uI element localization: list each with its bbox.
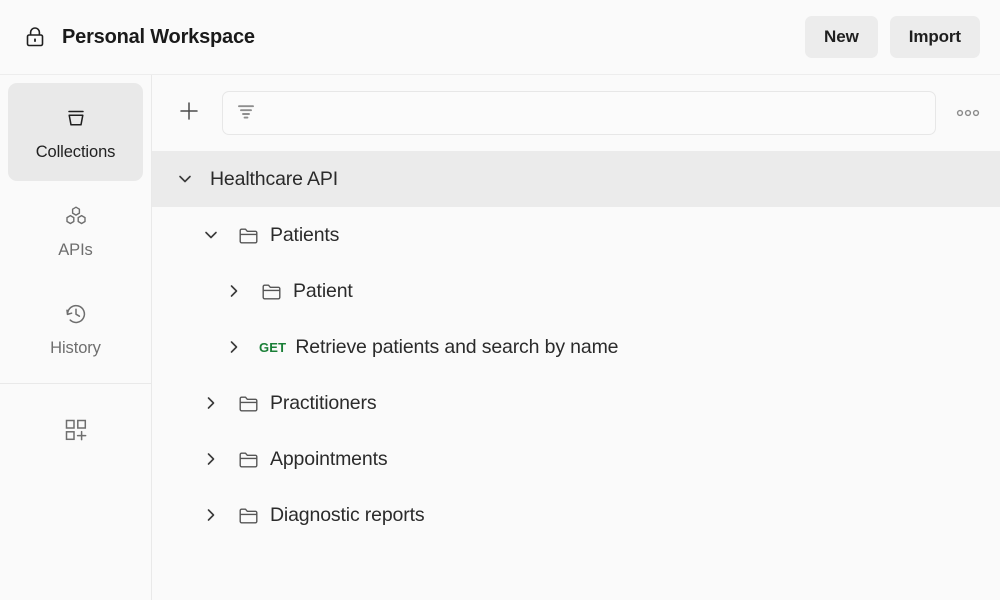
ellipsis-icon: [955, 106, 981, 121]
tree-row-folder[interactable]: Diagnostic reports: [152, 487, 1000, 543]
tree-row-collection[interactable]: Healthcare API: [152, 151, 1000, 207]
tree-row-label: Healthcare API: [210, 168, 338, 191]
sidebar-item-label: History: [50, 339, 101, 358]
chevron-down-icon[interactable]: [174, 168, 196, 190]
http-method-badge: GET: [259, 340, 286, 355]
lock-icon: [22, 24, 48, 50]
tree-row-label: Retrieve patients and search by name: [295, 336, 618, 359]
add-collection-button[interactable]: [170, 94, 208, 132]
tree-row-label: Practitioners: [270, 392, 376, 415]
more-options-button[interactable]: [950, 95, 986, 131]
filter-bar[interactable]: [222, 91, 936, 135]
tree-row-folder[interactable]: Patients: [152, 207, 1000, 263]
collections-toolbar: [152, 75, 1000, 151]
sidebar-item-label: APIs: [58, 241, 92, 260]
sidebar-item-history[interactable]: History: [8, 279, 143, 377]
chevron-right-icon[interactable]: [200, 504, 222, 526]
plus-icon: [176, 98, 202, 129]
new-button[interactable]: New: [805, 16, 878, 58]
add-apps-button[interactable]: [0, 384, 151, 480]
folder-icon: [236, 391, 260, 415]
workspace-header: Personal Workspace New Import: [0, 0, 1000, 75]
collections-panel: Healthcare API Patien: [152, 75, 1000, 600]
tree-row-label: Appointments: [270, 448, 387, 471]
folder-icon: [236, 503, 260, 527]
collections-tree: Healthcare API Patien: [152, 151, 1000, 600]
tree-row-folder[interactable]: Practitioners: [152, 375, 1000, 431]
header-actions: New Import: [805, 16, 980, 58]
sidebar-item-collections[interactable]: Collections: [8, 83, 143, 181]
chevron-right-icon[interactable]: [200, 448, 222, 470]
folder-icon: [259, 279, 283, 303]
add-apps-icon: [61, 415, 91, 450]
chevron-right-icon[interactable]: [223, 336, 245, 358]
tree-row-label: Patient: [293, 280, 353, 303]
app-body: Collections APIs: [0, 75, 1000, 600]
app-root: Personal Workspace New Import Collection…: [0, 0, 1000, 600]
sidebar-item-label: Collections: [36, 143, 116, 162]
chevron-right-icon[interactable]: [223, 280, 245, 302]
sidebar-item-apis[interactable]: APIs: [8, 181, 143, 279]
tree-row-label: Patients: [270, 224, 339, 247]
tree-row-folder[interactable]: Patient: [152, 263, 1000, 319]
tree-row-request[interactable]: GET Retrieve patients and search by name: [152, 319, 1000, 375]
hexagons-icon: [61, 200, 91, 232]
search-input[interactable]: [265, 105, 923, 122]
left-rail: Collections APIs: [0, 75, 152, 600]
clock-history-icon: [61, 298, 91, 330]
tree-row-label: Diagnostic reports: [270, 504, 424, 527]
folder-icon: [236, 447, 260, 471]
tree-row-folder[interactable]: Appointments: [152, 431, 1000, 487]
import-button[interactable]: Import: [890, 16, 980, 58]
chevron-right-icon[interactable]: [200, 392, 222, 414]
folder-icon: [236, 223, 260, 247]
collection-bucket-icon: [61, 102, 91, 134]
page-title: Personal Workspace: [62, 26, 805, 49]
chevron-down-icon[interactable]: [200, 224, 222, 246]
filter-icon: [235, 100, 257, 127]
